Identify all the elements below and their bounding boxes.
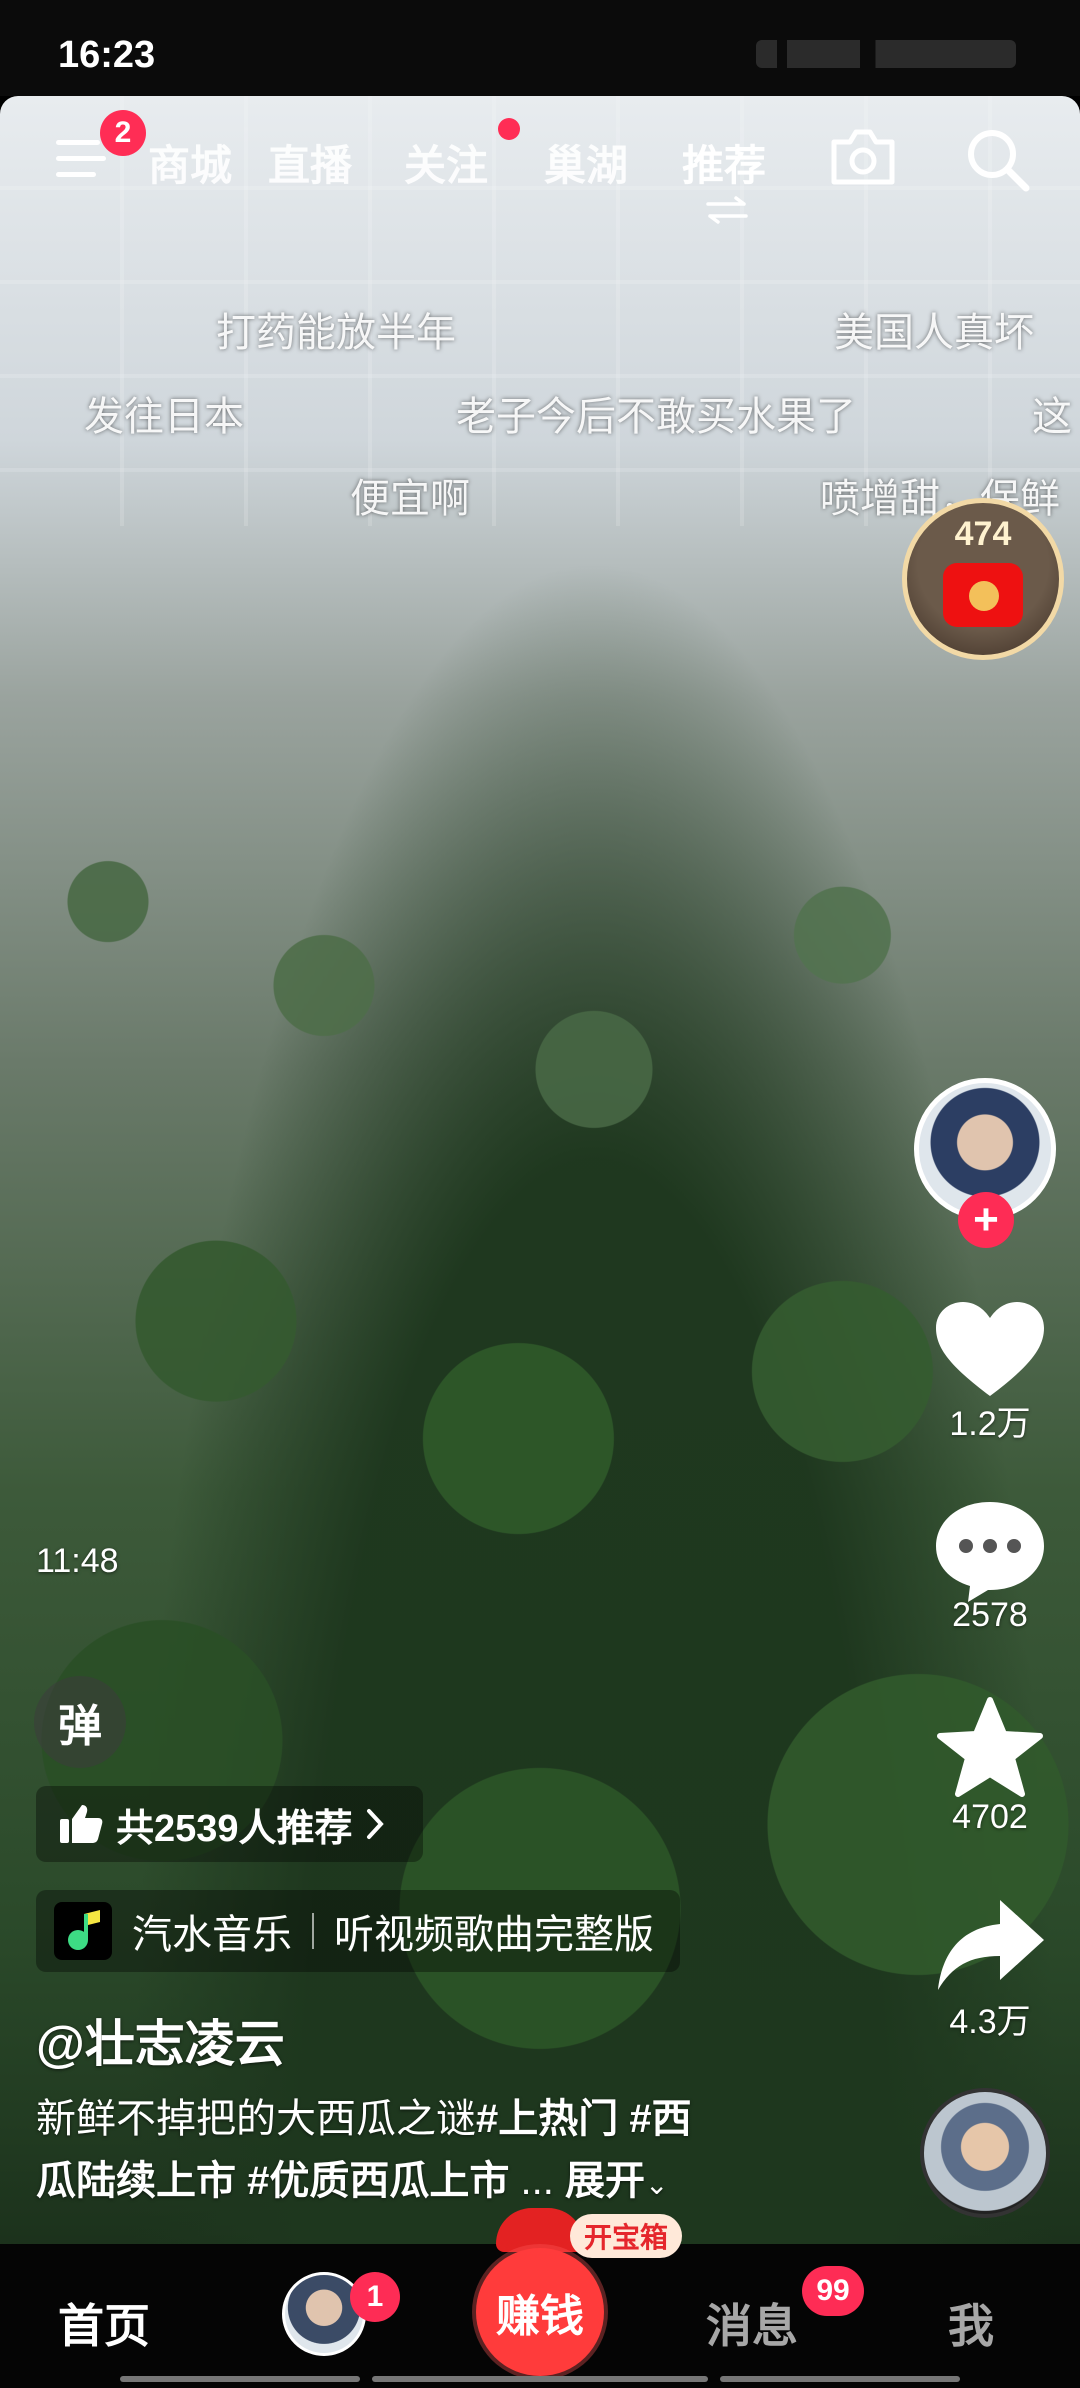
like-count: 1.2万 (949, 1405, 1031, 1443)
treasure-chest-tag[interactable]: 开宝箱 (570, 2214, 683, 2258)
search-icon[interactable] (962, 124, 1032, 194)
music-pill[interactable]: 汽水音乐 听视频歌曲完整版 (36, 1890, 680, 1972)
expand-link[interactable]: 展开 (565, 2159, 645, 2203)
share-count: 4.3万 (949, 2003, 1031, 2041)
music-app-logo-icon (54, 1902, 112, 1960)
music-disc[interactable] (920, 2088, 1050, 2218)
divider (312, 1913, 314, 1949)
like-heart-icon[interactable] (930, 1296, 1050, 1406)
gesture-bar (372, 2376, 708, 2382)
messages-badge: 99 (802, 2266, 864, 2316)
chevron-down-icon: ⌄ (644, 2169, 669, 2200)
thumbs-up-icon (60, 1805, 103, 1843)
gesture-bar (720, 2376, 960, 2382)
tab-mall[interactable]: 商城 (148, 132, 232, 193)
comment-icon[interactable] (930, 1494, 1050, 1604)
share-arrow-icon[interactable] (930, 1892, 1050, 2002)
hashtag[interactable]: #优质西瓜上市 (247, 2159, 509, 2203)
status-icons (756, 40, 1016, 68)
friends-badge: 1 (350, 2272, 400, 2322)
danmaku-toggle[interactable]: 弹 (34, 1676, 126, 1768)
favorite-star-icon[interactable] (930, 1694, 1050, 1804)
ellipsis: ... (520, 2159, 554, 2203)
music-source: 汽水音乐 (132, 1913, 292, 1957)
red-packet-knob (969, 581, 999, 611)
danmaku-comment: 发往日本 (84, 395, 244, 439)
tab-local[interactable]: 巢湖 (544, 132, 628, 193)
follow-button[interactable]: + (958, 1192, 1014, 1248)
hashtag[interactable]: #上热门 (476, 2097, 618, 2141)
hashtag[interactable]: #西 (629, 2097, 691, 2141)
status-time: 16:23 (58, 34, 156, 76)
nav-messages[interactable]: 消息 (706, 2290, 798, 2356)
following-dot (498, 118, 520, 140)
nav-home[interactable]: 首页 (58, 2290, 150, 2356)
tab-recommend[interactable]: 推荐 (682, 132, 766, 193)
menu-icon (56, 140, 100, 145)
music-action: 听视频歌曲完整版 (334, 1913, 654, 1957)
tab-live[interactable]: 直播 (268, 132, 352, 193)
swap-arrows-icon (706, 196, 748, 224)
video-description: 新鲜不掉把的大西瓜之谜#上热门 #西 瓜陆续上市 #优质西瓜上市 ... 展开⌄ (36, 2088, 856, 2216)
chevron-right-icon (366, 1809, 384, 1839)
camera-icon[interactable] (828, 126, 898, 188)
description-text: 新鲜不掉把的大西瓜之谜 (36, 2097, 476, 2141)
video-timestamp: 11:48 (36, 1542, 119, 1580)
danmaku-comment: 美国人真坏 (834, 311, 1034, 355)
author-name[interactable]: @壮志凌云 (36, 2004, 285, 2076)
danmaku-comment: 便宜啊 (350, 477, 470, 521)
tab-following[interactable]: 关注 (404, 132, 488, 193)
danmaku-comment: 打药能放半年 (216, 311, 456, 355)
comment-count: 2578 (952, 1596, 1028, 1634)
danmaku-comment: 老子今后不敢买水果了 (456, 395, 856, 439)
danmaku-comment: 这 (1032, 395, 1072, 439)
recommend-text: 共2539人推荐 (116, 1807, 353, 1850)
recommend-pill[interactable]: 共2539人推荐 (36, 1786, 423, 1862)
nav-me[interactable]: 我 (948, 2290, 994, 2356)
gesture-bar (120, 2376, 360, 2382)
nav-earn-button[interactable]: 赚钱 (476, 2248, 604, 2376)
red-packet-count: 474 (954, 515, 1012, 553)
favorite-count: 4702 (952, 1798, 1028, 1836)
hashtag[interactable]: 瓜陆续上市 (36, 2159, 236, 2203)
menu-badge: 2 (100, 110, 146, 156)
red-packet-widget[interactable]: 474 (902, 498, 1064, 660)
